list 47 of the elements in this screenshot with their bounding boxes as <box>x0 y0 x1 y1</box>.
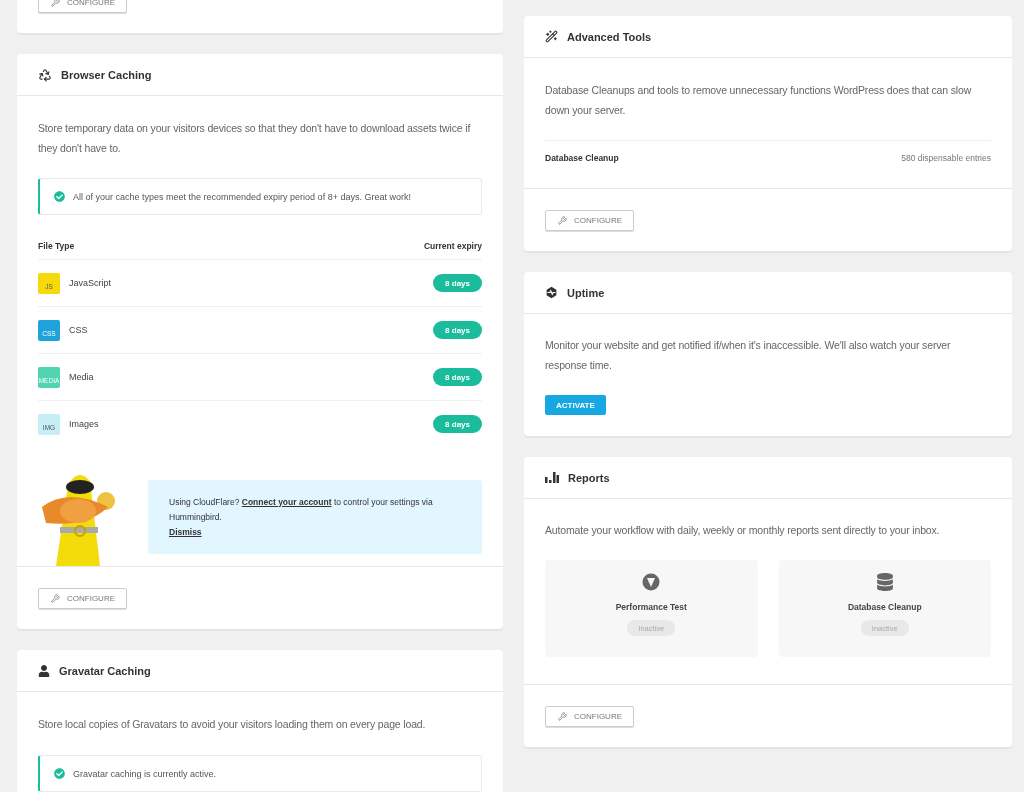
card-description: Database Cleanups and tools to remove unnecessary functions WordPress does that can slow down your server. <box>545 83 973 118</box>
report-title: Database Cleanup <box>847 602 922 612</box>
dismiss-link[interactable]: Dismiss <box>169 526 202 537</box>
notice-text: All of your cache types meet the recommended expiry period of 8+ days. Great work! <box>73 191 411 202</box>
activate-button[interactable]: ACTIVATE <box>545 395 606 415</box>
card-description: Store temporary data on your visitors devices so that they don't have to download assets twice if they don't have to. <box>38 121 472 156</box>
file-type-name: JavaScript <box>69 278 113 288</box>
card-title: Advanced Tools <box>567 30 652 43</box>
file-type-name: Images <box>69 419 100 429</box>
card-title: Gravatar Caching <box>59 664 151 677</box>
expiry-pill: 8 days <box>433 274 482 292</box>
expiry-pill: 8 days <box>433 415 482 433</box>
card-description: Monitor your website and get notified if/when it's inaccessible. We'll also watch your server response time. <box>545 338 952 373</box>
magic-wand-icon <box>545 30 558 43</box>
column-header: File Type <box>38 241 75 251</box>
info-value: 580 dispensable entries <box>901 153 991 163</box>
card-title: Reports <box>568 471 610 484</box>
wrench-icon <box>51 0 60 7</box>
wrench-icon <box>558 216 567 225</box>
wrench-icon <box>558 712 567 721</box>
report-title: Performance Test <box>615 602 687 612</box>
info-label: Database Cleanup <box>545 153 619 163</box>
hexagon-pulse-icon <box>545 286 558 299</box>
card-description: Store local copies of Gravatars to avoid your visitors loading them on every page load. <box>38 717 427 732</box>
expiry-pill: 8 days <box>433 321 482 339</box>
file-type-name: CSS <box>69 325 89 335</box>
connect-account-link[interactable]: Connect your account <box>241 496 332 507</box>
card-title: Uptime <box>567 286 605 299</box>
bar-chart-icon <box>545 472 559 483</box>
configure-button[interactable]: CONFIGURE <box>38 0 127 13</box>
card-description: Automate your workflow with daily, weekly or monthly reports sent directly to your inbox. <box>545 523 941 538</box>
check-icon <box>54 768 65 779</box>
column-header: Current expiry <box>423 241 482 251</box>
gauge-icon <box>642 573 661 591</box>
user-icon <box>38 664 50 677</box>
expiry-pill: 8 days <box>433 368 482 386</box>
wrench-icon <box>51 594 60 603</box>
configure-button[interactable]: CONFIGURE <box>38 588 127 609</box>
card-title: Browser Caching <box>61 68 152 81</box>
cloudflare-message: Using CloudFlare? Connect your account to control your settings via Hummingbird. <box>169 495 434 524</box>
file-type-name: Media <box>69 372 95 382</box>
notice-text: Gravatar caching is currently active. <box>73 768 217 779</box>
configure-button[interactable]: CONFIGURE <box>545 210 634 231</box>
recycle-icon <box>38 67 52 82</box>
configure-button[interactable]: CONFIGURE <box>545 706 634 727</box>
check-icon <box>54 191 65 202</box>
database-icon <box>875 573 894 591</box>
